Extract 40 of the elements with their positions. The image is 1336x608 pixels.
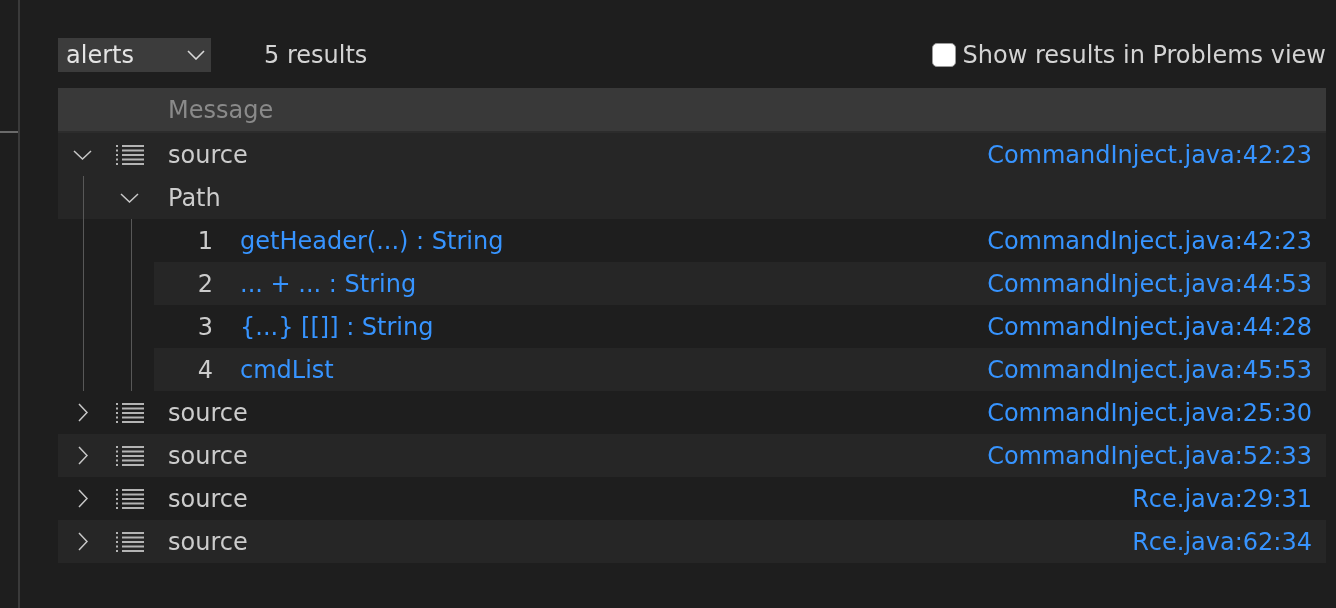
- chevron-down-icon[interactable]: [73, 149, 92, 160]
- location-link[interactable]: CommandInject.java:42:23: [987, 140, 1312, 169]
- step-number: 3: [196, 312, 213, 341]
- step-number: 1: [196, 226, 213, 255]
- location-link[interactable]: CommandInject.java:52:33: [987, 441, 1312, 470]
- alert-message: source: [168, 398, 248, 427]
- chevron-down-icon[interactable]: [120, 192, 139, 203]
- chevron-right-icon[interactable]: [77, 532, 88, 551]
- path-label: Path: [168, 183, 221, 212]
- list-icon: [116, 402, 144, 423]
- step-number: 2: [196, 269, 213, 298]
- location-link[interactable]: Rce.java:62:34: [1132, 527, 1312, 556]
- caret-icon: [187, 50, 205, 60]
- result-count: 5 results: [264, 41, 368, 69]
- location-link[interactable]: CommandInject.java:42:23: [987, 226, 1312, 255]
- list-icon: [116, 144, 144, 165]
- alert-message: source: [168, 527, 248, 556]
- column-header: Message: [168, 95, 274, 124]
- step-link[interactable]: {...} [[]] : String: [240, 312, 434, 341]
- step-link[interactable]: getHeader(...) : String: [240, 226, 504, 255]
- step-number: 4: [196, 355, 213, 384]
- list-icon: [116, 531, 144, 552]
- location-link[interactable]: CommandInject.java:44:28: [987, 312, 1312, 341]
- location-link[interactable]: Rce.java:29:31: [1132, 484, 1312, 513]
- location-link[interactable]: CommandInject.java:45:53: [987, 355, 1312, 384]
- alert-message: source: [168, 441, 248, 470]
- result-set-dropdown[interactable]: alerts: [58, 38, 211, 72]
- alert-message: source: [168, 484, 248, 513]
- list-icon: [116, 488, 144, 509]
- chevron-right-icon[interactable]: [77, 446, 88, 465]
- list-icon: [116, 445, 144, 466]
- alert-message: source: [168, 140, 248, 169]
- checkbox[interactable]: [931, 43, 956, 67]
- chevron-right-icon[interactable]: [77, 489, 88, 508]
- step-link[interactable]: ... + ... : String: [240, 269, 417, 298]
- location-link[interactable]: CommandInject.java:44:53: [987, 269, 1312, 298]
- checkbox-label: Show results in Problems view: [962, 41, 1326, 69]
- chevron-right-icon[interactable]: [77, 403, 88, 422]
- location-link[interactable]: CommandInject.java:25:30: [987, 398, 1312, 427]
- step-link[interactable]: cmdList: [240, 355, 334, 384]
